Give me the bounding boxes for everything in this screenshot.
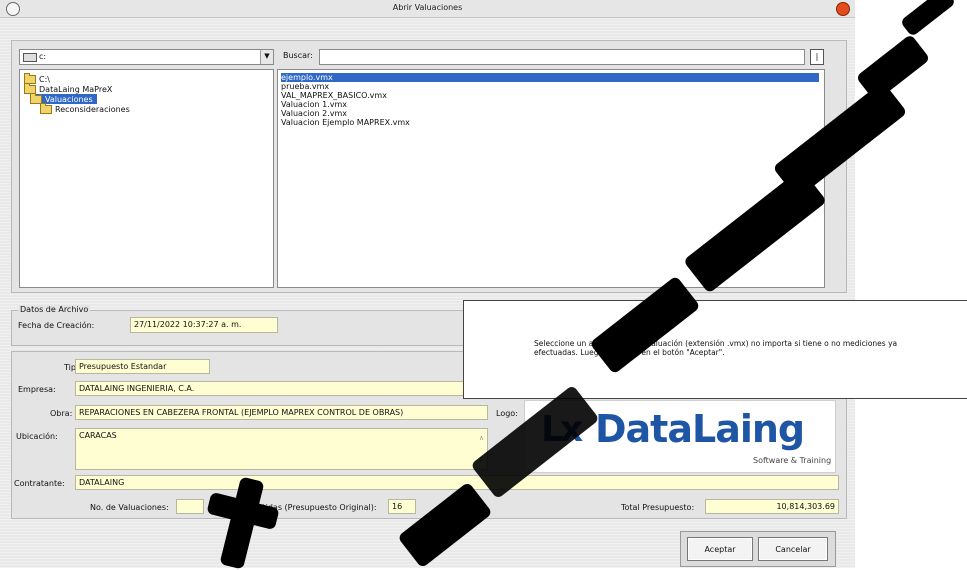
file-data-group-label: Datos de Archivo (18, 305, 91, 314)
file-item[interactable]: ejemplo.vmx (281, 73, 819, 82)
drive-value: c: (39, 52, 47, 61)
scroll-up-icon[interactable]: ∧ (479, 434, 484, 442)
chevron-down-icon[interactable]: ▼ (260, 50, 273, 64)
search-input[interactable] (319, 49, 805, 65)
search-label: Buscar: (283, 51, 313, 60)
creation-date-field: 27/11/2022 10:37:27 a. m. (130, 317, 278, 333)
project-label: Obra: (50, 409, 73, 418)
open-valuations-dialog: Abrir Valuaciones c: ▼ Buscar: | C:\ Dat… (0, 0, 855, 568)
creation-date-label: Fecha de Creación: (18, 321, 95, 330)
logo-brand: DataLaing (595, 407, 805, 451)
logo-tagline: Software & Training (753, 456, 832, 465)
drive-icon (23, 53, 37, 62)
tree-item-reconsideraciones[interactable]: Reconsideraciones (40, 102, 130, 114)
file-item[interactable]: prueba.vmx (281, 82, 329, 91)
search-toggle-button[interactable]: | (810, 49, 824, 65)
logo-label: Logo: (496, 409, 518, 418)
location-label: Ubicación: (16, 432, 58, 441)
folder-tree[interactable]: C:\ DataLaing MaPreX Valuaciones Reconsi… (19, 69, 274, 288)
valuations-count-label: No. de Valuaciones: (90, 503, 169, 512)
help-tooltip: Seleccione un archivo de una valuación (… (463, 300, 967, 399)
type-field: Presupuesto Estandar (75, 359, 210, 374)
cancel-button[interactable]: Cancelar (758, 537, 828, 561)
file-item[interactable]: Valuacion Ejemplo MAPREX.vmx (281, 118, 410, 127)
file-browser-panel: c: ▼ Buscar: | C:\ DataLaing MaPreX Valu… (11, 40, 847, 293)
items-count-field: 16 (388, 499, 416, 514)
help-tooltip-text: Seleccione un archivo de una valuación (… (534, 339, 898, 357)
total-budget-label: Total Presupuesto: (621, 503, 695, 512)
contractor-field: DATALAING (75, 475, 839, 490)
contractor-label: Contratante: (14, 479, 65, 488)
file-item[interactable]: Valuacion 2.vmx (281, 109, 347, 118)
company-field: DATALAING INGENIERIA, C.A. (75, 381, 465, 396)
file-item[interactable]: Valuacion 1.vmx (281, 100, 347, 109)
window-title: Abrir Valuaciones (392, 3, 463, 12)
file-list[interactable]: ejemplo.vmx prueba.vmx VAL_MAPREX_BASICO… (277, 69, 825, 288)
tree-item-datalaing[interactable]: DataLaing MaPreX (24, 82, 112, 94)
total-budget-field: 10,814,303.69 (705, 499, 839, 514)
project-field: REPARACIONES EN CABEZERA FRONTAL (EJEMPL… (75, 405, 488, 420)
company-logo: Lx DataLaing Software & Training (524, 400, 836, 473)
logo-mark: Lx (541, 409, 583, 450)
location-value: CARACAS (79, 431, 117, 440)
title-bar: Abrir Valuaciones (0, 0, 855, 18)
folder-icon (40, 102, 52, 114)
items-count-label: No. Partidas (Presupuesto Original): (234, 503, 377, 512)
accept-button[interactable]: Aceptar (687, 537, 753, 561)
scroll-down-icon[interactable]: ∨ (479, 455, 484, 463)
file-item[interactable]: VAL_MAPREX_BASICO.vmx (281, 91, 387, 100)
location-field: CARACAS ∧ ∨ (75, 428, 488, 470)
company-label: Empresa: (18, 385, 56, 394)
close-icon[interactable] (836, 2, 850, 16)
valuations-count-field (176, 499, 204, 514)
drive-select[interactable]: c: ▼ (19, 49, 274, 65)
